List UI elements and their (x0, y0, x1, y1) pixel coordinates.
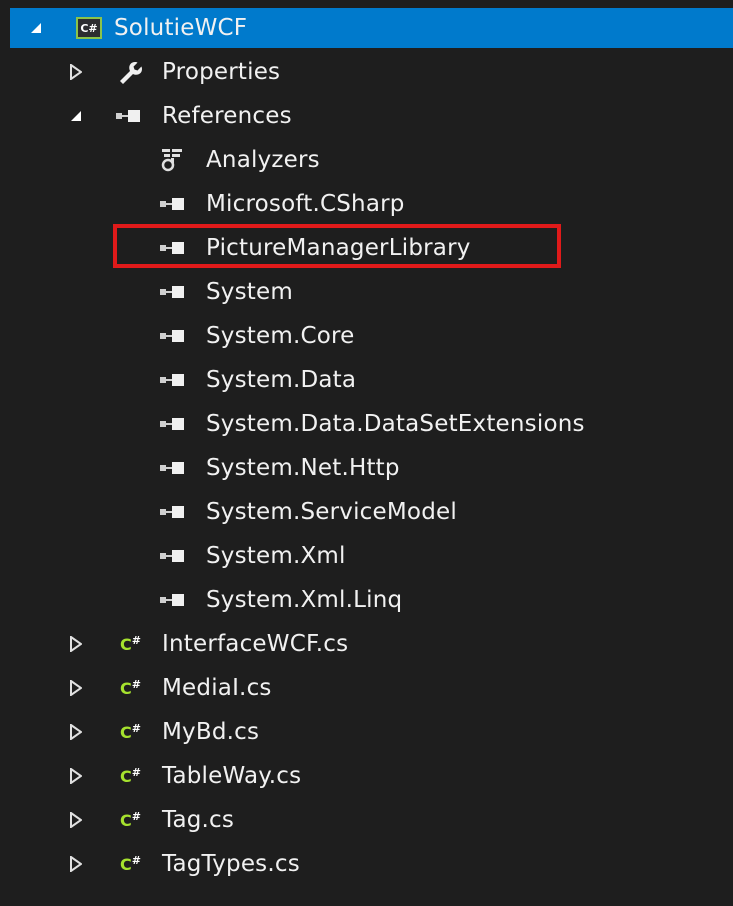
tree-item-label: InterfaceWCF.cs (162, 631, 349, 657)
tree-item-label: MediaI.cs (162, 675, 272, 701)
csharp-file-icon: C# (120, 765, 141, 787)
tree-item-reference-highlighted[interactable]: PictureManagerLibrary (10, 226, 733, 270)
collapsed-arrow-icon[interactable] (68, 768, 84, 784)
tree-item-reference[interactable]: Microsoft.CSharp (10, 182, 733, 226)
collapsed-arrow-icon[interactable] (68, 812, 84, 828)
tree-item-label: System.Xml (206, 543, 346, 569)
tree-item-label: System.Net.Http (206, 455, 400, 481)
tree-item-label: References (162, 103, 292, 129)
csharp-file-icon: C# (120, 721, 141, 743)
tree-item-reference[interactable]: System.Xml (10, 534, 733, 578)
tree-item-label: System.Core (206, 323, 355, 349)
collapsed-arrow-icon[interactable] (68, 636, 84, 652)
tree-item-properties[interactable]: Properties (10, 50, 733, 94)
tree-item-label: Tag.cs (162, 807, 235, 833)
tree-item-file[interactable]: C# Tag.cs (10, 798, 733, 842)
tree-item-label: System (206, 279, 293, 305)
tree-item-label: TableWay.cs (162, 763, 302, 789)
tree-item-reference[interactable]: System.ServiceModel (10, 490, 733, 534)
csharp-file-icon: C# (120, 633, 141, 655)
tree-item-label: Microsoft.CSharp (206, 191, 405, 217)
tree-item-label: System.Xml.Linq (206, 587, 403, 613)
reference-icon (158, 505, 188, 519)
tree-item-references[interactable]: References (10, 94, 733, 138)
tree-item-file[interactable]: C# TableWay.cs (10, 754, 733, 798)
reference-icon (158, 197, 188, 211)
tree-item-label: System.Data (206, 367, 357, 393)
collapsed-arrow-icon[interactable] (68, 680, 84, 696)
solution-explorer-tree: C# SolutieWCF Properties References Anal… (10, 8, 733, 886)
reference-icon (158, 417, 188, 431)
collapsed-arrow-icon[interactable] (68, 856, 84, 872)
reference-icon (158, 285, 188, 299)
collapsed-arrow-icon[interactable] (68, 64, 84, 80)
tree-item-label: PictureManagerLibrary (206, 235, 471, 261)
reference-icon (158, 241, 188, 255)
tree-item-file[interactable]: C# InterfaceWCF.cs (10, 622, 733, 666)
reference-icon (158, 329, 188, 343)
tree-item-reference[interactable]: System.Data.DataSetExtensions (10, 402, 733, 446)
expanded-arrow-icon[interactable] (28, 20, 44, 36)
tree-item-label: Properties (162, 59, 281, 85)
csharp-file-icon: C# (120, 853, 141, 875)
wrench-icon (116, 59, 142, 85)
tree-item-analyzers[interactable]: Analyzers (10, 138, 733, 182)
project-label: SolutieWCF (114, 15, 248, 41)
reference-icon (158, 461, 188, 475)
collapsed-arrow-icon[interactable] (68, 724, 84, 740)
tree-item-reference[interactable]: System.Core (10, 314, 733, 358)
tree-item-label: TagTypes.cs (162, 851, 300, 877)
reference-icon (158, 373, 188, 387)
tree-item-project[interactable]: C# SolutieWCF (10, 8, 733, 48)
csharp-file-icon: C# (120, 809, 141, 831)
reference-icon (158, 549, 188, 563)
tree-item-reference[interactable]: System.Net.Http (10, 446, 733, 490)
reference-icon (114, 109, 144, 123)
tree-item-file[interactable]: C# MediaI.cs (10, 666, 733, 710)
tree-item-label: Analyzers (206, 147, 320, 173)
reference-icon (158, 593, 188, 607)
csharp-project-icon: C# (76, 17, 102, 39)
tree-item-file[interactable]: C# TagTypes.cs (10, 842, 733, 886)
tree-item-reference[interactable]: System (10, 270, 733, 314)
analyzer-icon (160, 147, 184, 173)
tree-item-file[interactable]: C# MyBd.cs (10, 710, 733, 754)
tree-item-label: System.Data.DataSetExtensions (206, 411, 585, 437)
tree-item-label: MyBd.cs (162, 719, 260, 745)
csharp-file-icon: C# (120, 677, 141, 699)
tree-item-reference[interactable]: System.Xml.Linq (10, 578, 733, 622)
expanded-arrow-icon[interactable] (68, 108, 84, 124)
tree-item-label: System.ServiceModel (206, 499, 457, 525)
tree-item-reference[interactable]: System.Data (10, 358, 733, 402)
